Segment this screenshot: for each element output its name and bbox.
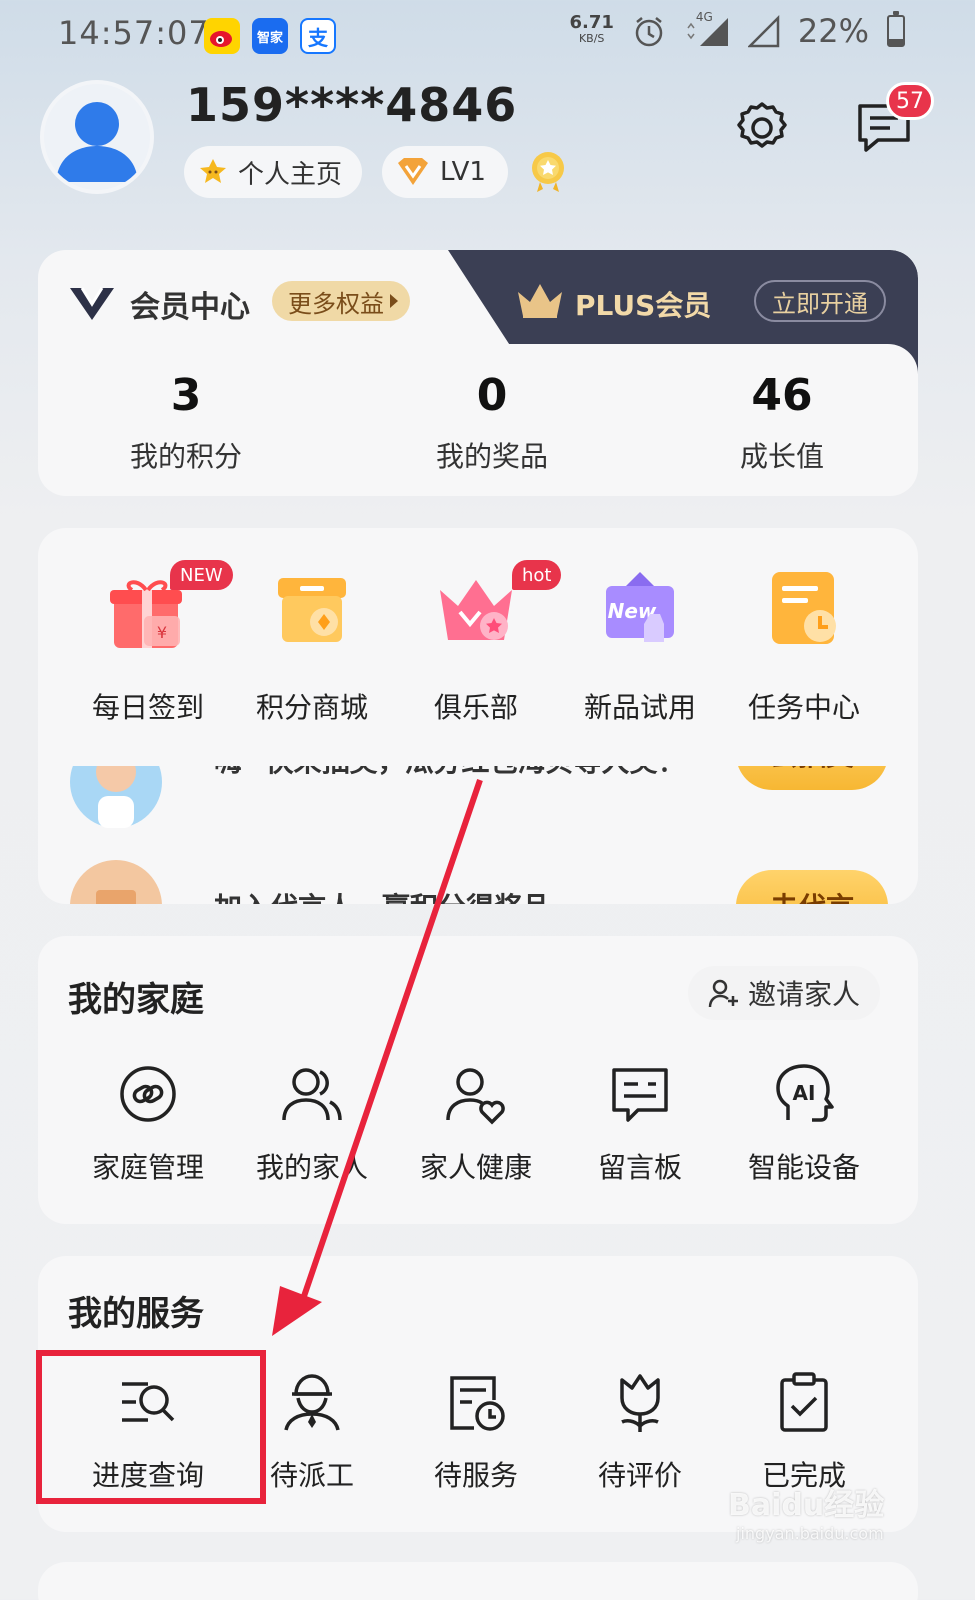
promo-box-avatar [70,860,162,904]
service-pending-service[interactable]: 待服务 [394,1370,558,1494]
growth-stat[interactable]: 46 成长值 [662,370,902,475]
crown-icon [514,280,566,320]
next-section-card [38,1562,918,1600]
level-label: LV1 [440,157,486,187]
svg-text:AI: AI [793,1081,816,1105]
network-speed: 6.71 KB/S [569,12,614,46]
shortcut-new-trial[interactable]: New 新品试用 [558,568,722,726]
family-manage-icon [116,1062,180,1126]
diamond-v-icon [398,158,428,185]
service-pending-review[interactable]: 待评价 [558,1370,722,1494]
avatar[interactable] [40,80,154,194]
prizes-stat[interactable]: 0 我的奖品 [372,370,612,475]
medal-icon[interactable] [528,150,568,194]
member-center-card: 会员中心 更多权益 PLUS会员 立即开通 3 我的积分 0 我的奖品 46 成… [38,250,918,496]
star-icon [200,159,226,183]
review-flower-icon [608,1370,672,1434]
service-completed[interactable]: 已完成 [722,1370,886,1494]
family-members[interactable]: 我的家人 [230,1062,394,1186]
ai-device-icon: AI [772,1062,836,1126]
family-section-title: 我的家庭 [68,980,204,1020]
signal-empty-icon [747,14,780,48]
haier-smart-home-icon: 智家 [252,18,288,54]
alarm-icon [635,17,663,47]
battery-icon [887,11,905,47]
svg-text:¥: ¥ [157,623,167,642]
services-section-title: 我的服务 [68,1294,204,1334]
hot-tag: hot [512,560,562,590]
battery-percent: 22% [797,12,869,50]
status-time: 14:57:07 [58,14,210,52]
level-badge[interactable]: LV1 [382,146,508,198]
shortcut-club[interactable]: hot 俱乐部 [394,560,562,726]
personal-homepage-button[interactable]: 个人主页 [184,146,363,198]
shortcut-task-center[interactable]: 任务中心 [722,568,886,726]
shortcut-daily-checkin[interactable]: ¥ NEW 每日签到 [66,560,233,726]
promo-boy-avatar [70,766,162,828]
new-trial-icon: New [598,568,682,652]
invite-family-button[interactable]: 邀请家人 [688,966,881,1020]
family-members-icon [280,1062,344,1126]
open-now-button[interactable]: 立即开通 [754,280,886,322]
promo-row-lottery[interactable]: 嗨~快来抽奖，瓜分红包海贝等大奖！ 去抽奖 [68,766,888,828]
add-person-icon [708,979,738,1008]
username: 159****4846 [186,78,518,132]
promo-row-ambassador[interactable]: 加入代言人，赢积分得奖品 去代言 [68,860,888,904]
signal-4g-icon: 4G [684,10,730,48]
points-stat[interactable]: 3 我的积分 [66,370,306,475]
message-board[interactable]: 留言板 [558,1062,722,1186]
vip-v-icon [68,284,116,322]
status-indicators: 6.71 KB/S 4G 22% [569,10,905,50]
crown-club-icon: hot [434,560,562,652]
family-health[interactable]: 家人健康 [394,1062,558,1186]
smart-devices[interactable]: AI 智能设备 [722,1062,886,1186]
new-tag: NEW [170,560,233,590]
shop-icon [270,568,354,652]
plus-member-title[interactable]: PLUS会员 [575,284,711,324]
family-manage[interactable]: 家庭管理 [66,1062,230,1186]
message-board-icon [608,1062,672,1126]
message-count-badge: 57 [886,82,934,120]
my-family-card: 我的家庭 邀请家人 家庭管理 我的家人 家人健康 留言板 AI 智能设备 [38,936,918,1224]
completed-clipboard-icon [772,1370,836,1434]
homepage-label: 个人主页 [238,159,343,190]
task-icon [762,568,846,652]
weibo-icon [204,18,240,54]
member-center-title[interactable]: 会员中心 [130,282,250,326]
highlight-box [36,1350,266,1504]
baidu-watermark: Baidu经验 jingyan.baidu.com [728,1488,885,1543]
settings-gear-icon[interactable] [732,98,792,158]
go-lottery-button[interactable]: 去抽奖 [736,766,888,790]
promo-scroll-area: 嗨~快来抽奖，瓜分红包海贝等大奖！ 去抽奖 加入代言人，赢积分得奖品 去代言 [38,766,918,904]
family-health-icon [444,1062,508,1126]
go-ambassador-button[interactable]: 去代言 [736,870,888,904]
shortcuts-card: ¥ NEW 每日签到 积分商城 hot 俱乐部 New 新品试用 任务中心 [38,528,918,904]
shortcut-points-mall[interactable]: 积分商城 [230,568,394,726]
more-rights-button[interactable]: 更多权益 [272,281,410,321]
gift-icon: ¥ NEW [106,560,233,652]
pending-service-icon [444,1370,508,1434]
alipay-icon: 支 [300,18,336,54]
worker-icon [280,1370,344,1434]
